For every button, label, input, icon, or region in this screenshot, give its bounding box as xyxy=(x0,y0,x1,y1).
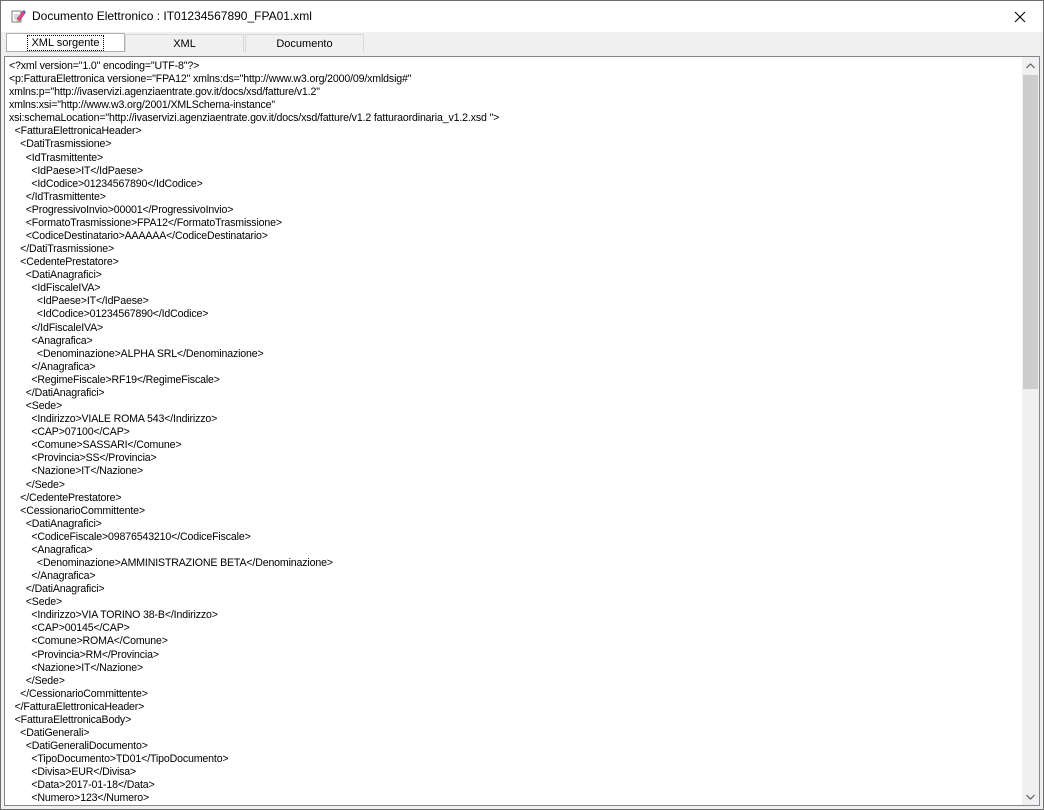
xml-line: <CAP>00145</CAP> xyxy=(9,622,130,635)
xml-line: <Sede> xyxy=(9,400,62,413)
xml-line: <Provincia>RM</Provincia> xyxy=(9,648,159,661)
window-title: Documento Elettronico : IT01234567890_FP… xyxy=(32,9,312,23)
xml-line: <DatiAnagrafici> xyxy=(9,269,102,282)
xml-line: <Comune>SASSARI</Comune> xyxy=(9,439,182,452)
tab-bar: XML sorgente XML Documento xyxy=(1,32,1043,53)
xml-line: <Nazione>IT</Nazione> xyxy=(9,465,144,478)
xml-line: <DatiGenerali> xyxy=(9,726,90,739)
xml-line: <IdPaese>IT</IdPaese> xyxy=(9,295,149,308)
title-bar[interactable]: Documento Elettronico : IT01234567890_FP… xyxy=(1,1,1043,32)
xml-line: <DatiTrasmissione> xyxy=(9,138,112,151)
tab-label: Documento xyxy=(276,37,333,50)
xml-line: </CedentePrestatore> xyxy=(9,491,122,504)
xml-line: <FatturaElettronicaBody> xyxy=(9,713,132,726)
xml-line: <IdFiscaleIVA> xyxy=(9,282,101,295)
xml-line: <Anagrafica> xyxy=(9,334,93,347)
chevron-up-icon xyxy=(1026,62,1035,68)
vertical-scrollbar[interactable] xyxy=(1022,57,1039,805)
xml-line: <CodiceFiscale>09876543210</CodiceFiscal… xyxy=(9,530,251,543)
xml-line: <RegimeFiscale>RF19</RegimeFiscale> xyxy=(9,373,220,386)
xml-line: </Anagrafica> xyxy=(9,570,96,583)
xml-line: <?xml version="1.0" encoding="UTF-8"?> xyxy=(9,60,200,72)
xml-line: <CedentePrestatore> xyxy=(9,256,119,269)
xml-line: <IdCodice>01234567890</IdCodice> xyxy=(9,308,209,321)
scroll-up-button[interactable] xyxy=(1022,57,1039,74)
xml-line: <Data>2017-01-18</Data> xyxy=(9,779,155,792)
xml-line: <Denominazione>ALPHA SRL</Denominazione> xyxy=(9,347,264,360)
xml-line: <Nazione>IT</Nazione> xyxy=(9,661,144,674)
xml-line: </IdFiscaleIVA> xyxy=(9,321,104,334)
xml-line: <IdTrasmittente> xyxy=(9,151,104,164)
document-edit-icon xyxy=(10,8,26,24)
scroll-down-button[interactable] xyxy=(1022,788,1039,805)
xml-line: </Anagrafica> xyxy=(9,360,96,373)
xml-line: <IdPaese>IT</IdPaese> xyxy=(9,164,144,177)
xml-line: <Divisa>EUR</Divisa> xyxy=(9,766,137,779)
xml-line: <Sede> xyxy=(9,596,62,609)
document-window: Documento Elettronico : IT01234567890_FP… xyxy=(0,0,1044,810)
xml-line: <DatiAnagrafici> xyxy=(9,517,102,530)
tab-documento[interactable]: Documento xyxy=(245,34,364,52)
xml-line: </Sede> xyxy=(9,674,65,687)
xml-line: xsi:schemaLocation="http://ivaservizi.ag… xyxy=(9,112,500,125)
xml-line: <p:FatturaElettronica versione="FPA12" x… xyxy=(9,73,412,86)
xml-line: <FatturaElettronicaHeader> xyxy=(9,125,142,138)
xml-line: <Provincia>SS</Provincia> xyxy=(9,452,157,465)
xml-line: <ProgressivoInvio>00001</ProgressivoInvi… xyxy=(9,203,234,216)
xml-line: <CAP>07100</CAP> xyxy=(9,426,130,439)
xml-line: </DatiAnagrafici> xyxy=(9,386,105,399)
xml-line: <FormatoTrasmissione>FPA12</FormatoTrasm… xyxy=(9,216,282,229)
xml-source-view[interactable]: <?xml version="1.0" encoding="UTF-8"?> <p… xyxy=(4,56,1040,806)
xml-line: <Anagrafica> xyxy=(9,543,93,556)
scroll-thumb[interactable] xyxy=(1023,75,1038,389)
xml-line: <IdCodice>01234567890</IdCodice> xyxy=(9,177,203,190)
xml-line: <DatiGeneraliDocumento> xyxy=(9,740,148,753)
xml-line: <Comune>ROMA</Comune> xyxy=(9,635,168,648)
xml-line: </Sede> xyxy=(9,478,65,491)
tab-label: XML xyxy=(173,37,196,50)
close-icon xyxy=(1014,11,1026,22)
xml-line: <Indirizzo>VIALE ROMA 543</Indirizzo> xyxy=(9,413,218,426)
xml-line: </IdTrasmittente> xyxy=(9,190,106,203)
close-button[interactable] xyxy=(997,1,1043,32)
xml-line: <CodiceDestinatario>AAAAAA</CodiceDestin… xyxy=(9,230,268,243)
xml-line: <Indirizzo>VIA TORINO 38-B</Indirizzo> xyxy=(9,609,218,622)
xml-line: </DatiTrasmissione> xyxy=(9,243,115,256)
tab-label: XML sorgente xyxy=(27,34,104,51)
xml-line: xmlns:xsi="http://www.w3.org/2001/XMLSch… xyxy=(9,99,276,112)
xml-line: </FatturaElettronicaHeader> xyxy=(9,700,145,713)
xml-source-text[interactable]: <?xml version="1.0" encoding="UTF-8"?> <p… xyxy=(9,60,1019,805)
xml-line: <Numero>123</Numero> xyxy=(9,792,150,805)
tab-xml-sorgente[interactable]: XML sorgente xyxy=(6,33,125,52)
xml-line: <Denominazione>AMMINISTRAZIONE BETA</Den… xyxy=(9,556,333,569)
xml-line: xmlns:p="http://ivaservizi.agenziaentrat… xyxy=(9,86,320,99)
xml-line: </DatiAnagrafici> xyxy=(9,583,105,596)
xml-line: <CessionarioCommittente> xyxy=(9,504,145,517)
xml-line: <TipoDocumento>TD01</TipoDocumento> xyxy=(9,753,229,766)
xml-line: </CessionarioCommittente> xyxy=(9,687,148,700)
chevron-down-icon xyxy=(1026,794,1035,800)
tab-xml[interactable]: XML xyxy=(125,34,244,52)
